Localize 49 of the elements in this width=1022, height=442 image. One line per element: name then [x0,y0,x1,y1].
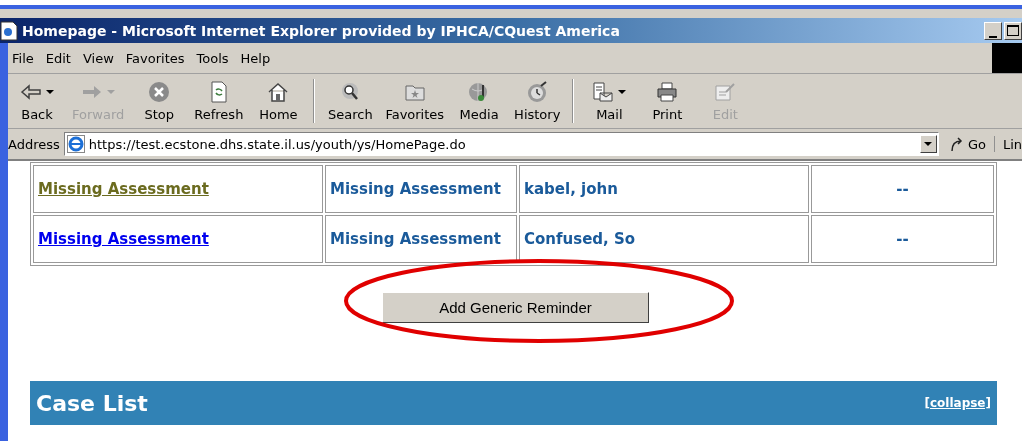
reminder-type: Missing Assessment [330,230,501,248]
window-title: Homepage - Microsoft Internet Explorer provided by IPHCA/CQuest America [22,22,620,39]
menu-item[interactable]: Tools [192,50,237,66]
address-field[interactable]: https://test.ecstone.dhs.state.il.us/youth/ys/HomePage.do [63,132,939,156]
toolbar-button[interactable]: Refresh [188,80,250,122]
address-label: Address [8,136,60,152]
menu-item[interactable]: Help [236,50,279,66]
address-input[interactable]: https://test.ecstone.dhs.state.il.us/youth/ys/HomePage.do [88,136,916,152]
page-icon [0,20,18,41]
links-label[interactable]: Lin [998,136,1022,152]
caret-icon [924,142,933,146]
refresh-page-icon [209,81,228,103]
reminder-type: Missing Assessment [330,180,501,198]
toolbar-button[interactable]: Favorites [379,80,451,122]
toolbar-button[interactable]: Home [249,80,308,122]
client-name: kabel, john [524,180,618,198]
windows-logo-icon [992,43,1022,73]
toolbar-button[interactable]: Stop [130,80,189,122]
table-cell: -- [896,230,909,248]
edit-page-icon [714,82,737,102]
curved-arrow-icon [948,136,965,152]
dropdown-button[interactable] [919,135,937,153]
maximize-button[interactable] [1004,21,1022,40]
toolbar-button[interactable]: Mail [580,80,639,122]
house-icon [267,81,290,103]
printer-icon [656,81,679,103]
toolbar-button[interactable]: Back [8,80,66,122]
menu-item[interactable]: Favorites [121,50,193,66]
menu-item[interactable]: Edit [41,50,79,66]
section-title: Case List [36,390,148,416]
mail-icon [592,81,615,103]
browser-logo-icon [66,135,85,153]
go-button[interactable]: Go [942,136,995,152]
maximize-icon [1007,25,1019,36]
collapse-link[interactable]: [collapse] [924,396,991,410]
client-name: Confused, So [524,230,636,248]
toolbar-button[interactable]: Media [450,80,509,122]
minimize-button[interactable] [984,21,1002,40]
folder-star-icon [403,82,426,102]
table-cell: -- [896,180,909,198]
add-reminder-button[interactable]: Add Generic Reminder [382,292,649,323]
menu-item[interactable]: View [78,50,122,66]
toolbar-button[interactable]: Search [321,80,380,122]
toolbar-button[interactable]: Print [638,80,697,122]
menu-item[interactable]: File [8,50,42,66]
left-arrow-icon [20,83,42,101]
clock-icon [526,81,549,103]
toolbar-button[interactable]: History [508,80,567,122]
stop-icon [148,81,171,103]
